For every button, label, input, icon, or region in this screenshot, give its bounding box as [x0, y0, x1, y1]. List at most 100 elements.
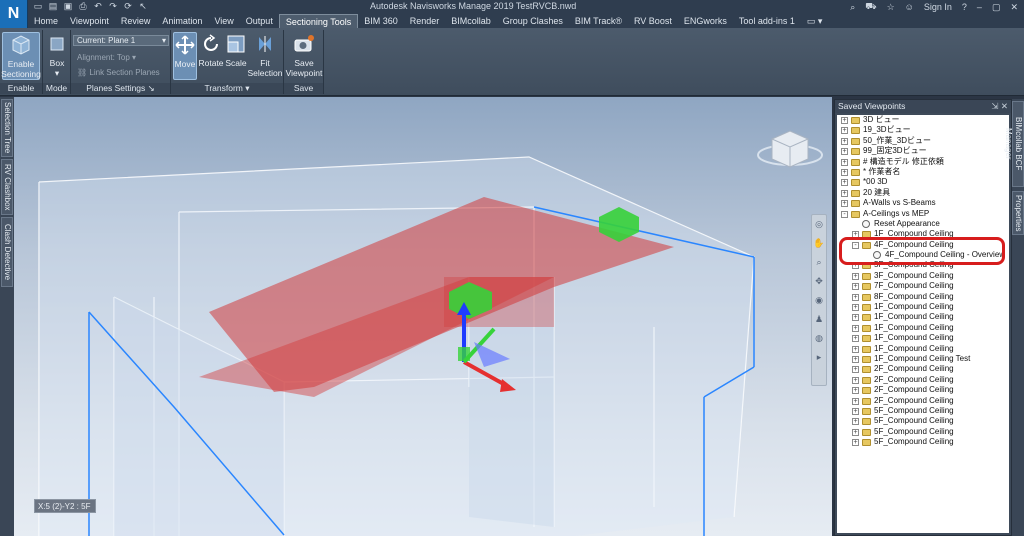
ribbon-options-icon[interactable]: ▭ ▾: [801, 14, 829, 28]
viewpoint-folder[interactable]: +3F_Compound Ceiling: [837, 271, 1009, 281]
viewpoint-folder[interactable]: +2F_Compound Ceiling: [837, 364, 1009, 374]
expand-icon[interactable]: +: [852, 324, 859, 332]
expand-icon[interactable]: +: [852, 335, 859, 343]
star-icon[interactable]: ☆: [887, 2, 895, 13]
viewpoint-folder[interactable]: +2F_Compound Ceiling: [837, 385, 1009, 395]
expand-icon[interactable]: +: [852, 283, 859, 291]
viewpoint-folder[interactable]: + A-Walls vs S-Beams: [837, 198, 1009, 208]
move-button[interactable]: Move: [173, 32, 197, 80]
help-icon[interactable]: ?: [962, 2, 967, 12]
tab-group-clashes[interactable]: Group Clashes: [497, 14, 569, 28]
search-icon[interactable]: ⌕: [850, 2, 855, 13]
refresh-icon[interactable]: ⟳: [122, 1, 134, 12]
tab-engworks[interactable]: ENGworks: [678, 14, 733, 28]
tab-rv-boost[interactable]: RV Boost: [628, 14, 678, 28]
viewpoint-folder[interactable]: + *00 3D: [837, 177, 1009, 187]
zoom-icon[interactable]: ⌕: [812, 253, 826, 272]
tab-render[interactable]: Render: [404, 14, 446, 28]
expand-icon[interactable]: +: [841, 168, 848, 176]
viewpoint-folder[interactable]: +19_3Dビュー: [837, 125, 1009, 135]
viewpoint-folder[interactable]: +5F_Compound Ceiling: [837, 416, 1009, 426]
walk-icon[interactable]: ♟: [812, 310, 826, 329]
collapse-icon[interactable]: -: [841, 210, 848, 218]
enable-sectioning-button[interactable]: Enable Sectioning: [1, 32, 41, 80]
viewpoint-folder[interactable]: +5F_Compound Ceiling: [837, 437, 1009, 447]
box-mode-button[interactable]: Box ▾: [45, 32, 69, 78]
viewpoint-folder[interactable]: +20 建具: [837, 188, 1009, 198]
tab-output[interactable]: Output: [240, 14, 279, 28]
link-section-planes-button[interactable]: ⛓ Link Section Planes: [77, 68, 160, 77]
expand-icon[interactable]: +: [852, 304, 859, 312]
viewpoint-folder[interactable]: +1F_Compound Ceiling: [837, 323, 1009, 333]
viewpoint-folder[interactable]: +3D ビュー: [837, 115, 1009, 125]
alignment-dropdown[interactable]: Alignment: Top ▾: [77, 53, 136, 62]
viewpoint-folder[interactable]: +5F_Compound Ceiling: [837, 406, 1009, 416]
expand-icon[interactable]: +: [852, 387, 859, 395]
viewpoint-folder[interactable]: +1F_Compound Ceiling: [837, 333, 1009, 343]
tab-animation[interactable]: Animation: [156, 14, 208, 28]
print-icon[interactable]: ⎙: [77, 1, 89, 12]
tab-view[interactable]: View: [208, 14, 239, 28]
save-icon[interactable]: ▣: [62, 1, 74, 12]
current-plane-dropdown[interactable]: Current: Plane 1 ▾: [73, 35, 169, 46]
tab-bim-track[interactable]: BIM Track®: [569, 14, 628, 28]
expand-icon[interactable]: +: [852, 418, 859, 426]
3d-viewport[interactable]: [14, 97, 832, 536]
tab-tool-add-ins-1[interactable]: Tool add-ins 1: [733, 14, 801, 28]
expand-icon[interactable]: +: [841, 148, 848, 156]
expand-icon[interactable]: +: [852, 345, 859, 353]
expand-icon[interactable]: +: [841, 117, 848, 124]
pan-icon[interactable]: ✋: [812, 234, 826, 253]
viewpoint-folder[interactable]: +1F_Compound Ceiling: [837, 344, 1009, 354]
minimize-icon[interactable]: –: [977, 2, 982, 12]
expand-icon[interactable]: +: [841, 200, 848, 208]
viewpoint-folder[interactable]: +5F_Compound Ceiling: [837, 427, 1009, 437]
expand-icon[interactable]: +: [852, 376, 859, 384]
viewpoint-folder[interactable]: +2F_Compound Ceiling: [837, 396, 1009, 406]
expand-icon[interactable]: +: [852, 366, 859, 374]
scale-button[interactable]: Scale: [224, 32, 248, 68]
cart-icon[interactable]: ⛟: [865, 1, 876, 13]
tab-home[interactable]: Home: [28, 14, 64, 28]
tab-clash-detective[interactable]: Clash Detective: [1, 217, 13, 287]
viewpoint-item[interactable]: Reset Appearance: [837, 219, 1009, 229]
view-cube[interactable]: [757, 130, 823, 168]
redo-icon[interactable]: ↷: [107, 1, 119, 12]
tab-bim-360[interactable]: BIM 360: [358, 14, 404, 28]
expand-icon[interactable]: +: [852, 314, 859, 322]
select-icon[interactable]: ↖: [137, 1, 149, 12]
save-viewpoint-button[interactable]: Save Viewpoint: [285, 32, 323, 78]
expand-icon[interactable]: +: [852, 293, 859, 301]
rotate-button[interactable]: Rotate: [198, 32, 224, 68]
steering-wheel-icon[interactable]: ◎: [812, 215, 826, 234]
expand-icon[interactable]: +: [841, 189, 848, 197]
viewpoint-folder[interactable]: +99_固定3Dビュー: [837, 146, 1009, 156]
expand-icon[interactable]: +: [841, 127, 848, 135]
viewpoint-folder[interactable]: +1F_Compound Ceiling: [837, 312, 1009, 322]
sign-in-link[interactable]: Sign In: [924, 2, 952, 12]
look-icon[interactable]: ◉: [812, 291, 826, 310]
tab-selection-tree[interactable]: Selection Tree: [1, 99, 13, 157]
undo-icon[interactable]: ↶: [92, 1, 104, 12]
viewpoint-folder[interactable]: +2F_Compound Ceiling: [837, 375, 1009, 385]
viewpoint-folder[interactable]: + # 構造モデル 修正依頼: [837, 157, 1009, 167]
expand-icon[interactable]: +: [852, 407, 859, 415]
viewpoint-folder[interactable]: +8F_Compound Ceiling: [837, 292, 1009, 302]
tab-rv-clashbox[interactable]: RV Clashbox: [1, 159, 13, 215]
tab-bimcollab[interactable]: BIMcollab: [445, 14, 497, 28]
focus-icon[interactable]: ◍: [812, 329, 826, 348]
expand-icon[interactable]: +: [852, 439, 859, 447]
more-icon[interactable]: ▸: [812, 348, 826, 367]
expand-icon[interactable]: +: [841, 137, 848, 145]
expand-icon[interactable]: +: [852, 355, 859, 363]
expand-icon[interactable]: +: [852, 397, 859, 405]
tab-bimcollab-bcf-manager[interactable]: BIMcollab BCF Manager: [1004, 101, 1024, 187]
viewpoint-folder[interactable]: +1F_Compound Ceiling Test: [837, 354, 1009, 364]
expand-icon[interactable]: +: [841, 179, 848, 187]
close-icon[interactable]: ✕: [1010, 2, 1018, 13]
viewpoint-folder[interactable]: + * 作業者名: [837, 167, 1009, 177]
app-logo[interactable]: N: [0, 0, 28, 28]
tab-sectioning-tools[interactable]: Sectioning Tools: [278, 14, 359, 28]
expand-icon[interactable]: +: [852, 428, 859, 436]
new-file-icon[interactable]: ▭: [32, 1, 44, 12]
